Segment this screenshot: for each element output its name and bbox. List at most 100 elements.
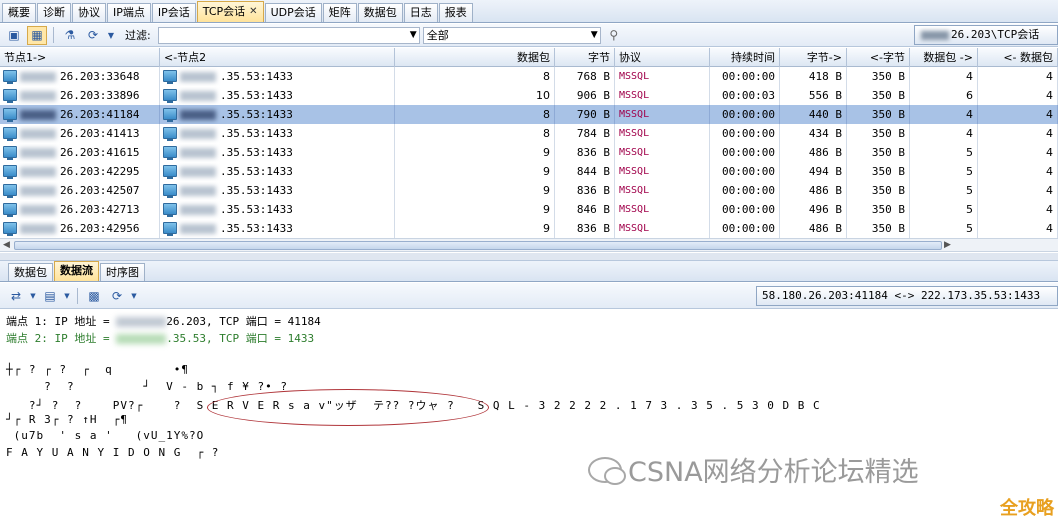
close-icon[interactable]: ✕	[249, 3, 257, 21]
table-row[interactable]: 26.203:42713 .35.53:1433 9 846 B MSSQL 00:00:…	[0, 200, 1058, 219]
tab-diagnosis[interactable]: 诊断	[37, 3, 71, 22]
table-row[interactable]: 26.203:41184 .35.53:1433 8 790 B MSSQL 00:00:…	[0, 105, 1058, 124]
packet-view-icon[interactable]: ▦	[27, 25, 47, 45]
table-row[interactable]: 26.203:33648 .35.53:1433 8 768 B MSSQL 00:00:…	[0, 67, 1058, 86]
table-row[interactable]: 26.203:41413 .35.53:1433 8 784 B MSSQL 00:00:…	[0, 124, 1058, 143]
cell-text: 9	[543, 203, 550, 216]
column-header[interactable]: 数据包 ->	[910, 48, 978, 67]
cell-text: 418 B	[808, 70, 842, 83]
payload-line: ┼┌ ? ┌ ? ┌ q •¶	[6, 363, 189, 376]
cell-text: 00:00:00	[722, 184, 775, 197]
redacted-ip	[20, 205, 56, 215]
direction-icon[interactable]: ⇄	[6, 286, 26, 305]
subtab-packets[interactable]: 数据包	[8, 263, 53, 281]
encoding-icon[interactable]: ▤	[40, 286, 60, 305]
horizontal-scrollbar[interactable]: ◀ ▶	[0, 238, 1058, 252]
table-cell: 9	[395, 200, 555, 219]
subtab-sequence-chart[interactable]: 时序图	[100, 263, 145, 281]
table-cell: MSSQL	[615, 200, 710, 219]
tab-overview[interactable]: 概要	[2, 3, 36, 22]
table-cell: 26.203:41615	[0, 143, 160, 162]
scroll-right-icon[interactable]: ▶	[944, 239, 951, 251]
endpoint-2-line: 端点 2: IP 地址 = .35.53, TCP 端口 = 1433	[6, 330, 314, 346]
cell-text: 350 B	[871, 184, 905, 197]
scroll-left-icon[interactable]: ◀	[3, 239, 10, 251]
table-cell: 5	[910, 162, 978, 181]
decode-icon[interactable]: ⚗	[60, 26, 80, 45]
table-row[interactable]: 26.203:33896 .35.53:1433 10 906 B MSSQL 00:00…	[0, 86, 1058, 105]
tab-matrix[interactable]: 矩阵	[322, 3, 357, 22]
cell-text: 00:00:00	[722, 127, 775, 140]
chevron-down-icon[interactable]: ▼	[591, 28, 598, 43]
table-cell: 486 B	[780, 181, 847, 200]
subtab-data-stream[interactable]: 数据流	[54, 261, 99, 281]
chevron-down-icon[interactable]: ▼	[63, 286, 71, 305]
chevron-down-icon[interactable]: ▼	[106, 26, 116, 45]
table-cell: .35.53:1433	[160, 105, 395, 124]
cell-text: 4	[1046, 89, 1053, 102]
table-row[interactable]: 26.203:42295 .35.53:1433 9 844 B MSSQL 00:00:…	[0, 162, 1058, 181]
tab-log[interactable]: 日志	[403, 3, 438, 22]
save-icon[interactable]: ▣	[4, 26, 24, 45]
panel-splitter[interactable]	[0, 253, 1058, 261]
column-header[interactable]: 协议	[615, 48, 710, 67]
tab-protocol[interactable]: 协议	[72, 3, 106, 22]
column-header[interactable]: 字节	[555, 48, 615, 67]
cell-text: 5	[966, 203, 973, 216]
tab-ip-endpoint[interactable]: IP端点	[107, 3, 151, 22]
table-cell: 26.203:42713	[0, 200, 160, 219]
chevron-down-icon[interactable]: ▼	[29, 286, 37, 305]
redacted-ip	[180, 72, 216, 82]
redacted-ip	[921, 30, 949, 40]
table-cell: .35.53:1433	[160, 124, 395, 143]
tcp-session-table: 节点1-> <-节点2 数据包 字节 协议 持续时间 字节-> <-字节 数据包 -> <- 数据…	[0, 48, 1058, 238]
refresh-icon[interactable]: ⟳	[83, 26, 103, 45]
cell-text: 6	[966, 89, 973, 102]
column-header[interactable]: 字节->	[780, 48, 847, 67]
redacted-ip	[20, 224, 56, 234]
chevron-down-icon[interactable]: ▼	[130, 286, 138, 305]
column-header[interactable]: 节点1->	[0, 48, 160, 67]
table-cell: 00:00:00	[710, 162, 780, 181]
wechat-icon	[588, 456, 626, 485]
table-cell: 496 B	[780, 200, 847, 219]
column-header[interactable]: <-节点2	[160, 48, 395, 67]
scrollbar-thumb[interactable]	[14, 241, 942, 250]
redacted-ip	[20, 148, 56, 158]
chevron-down-icon[interactable]: ▼	[410, 28, 417, 43]
column-header[interactable]: 持续时间	[710, 48, 780, 67]
column-header[interactable]: <- 数据包	[978, 48, 1058, 67]
tab-tcp-session[interactable]: TCP会话 ✕	[196, 1, 264, 22]
cell-text: 8	[543, 127, 550, 140]
table-cell: 8	[395, 105, 555, 124]
main-tab-bar: 概要 诊断 协议 IP端点 IP会话 TCP会话 ✕ UDP会话 矩阵 数据包 日…	[0, 0, 1058, 23]
subtab-label: 时序图	[106, 266, 139, 279]
table-cell: 350 B	[847, 143, 910, 162]
table-row[interactable]: 26.203:41615 .35.53:1433 9 836 B MSSQL 00:00:…	[0, 143, 1058, 162]
tab-packets[interactable]: 数据包	[357, 3, 403, 22]
cell-text: 4	[1046, 165, 1053, 178]
cell-text: 790 B	[576, 108, 610, 121]
cell-text: 486 B	[808, 184, 842, 197]
column-header[interactable]: 数据包	[395, 48, 555, 67]
column-header[interactable]: <-字节	[847, 48, 910, 67]
computer-icon	[163, 70, 177, 84]
export-icon[interactable]: ▩	[84, 286, 104, 305]
filter-input[interactable]: ▼	[157, 26, 420, 44]
computer-icon	[163, 165, 177, 179]
cell-text: 4	[1046, 127, 1053, 140]
table-cell: .35.53:1433	[160, 200, 395, 219]
cell-text: 5	[966, 165, 973, 178]
table-cell: 00:00:00	[710, 105, 780, 124]
cell-text: 350 B	[871, 70, 905, 83]
table-cell: 418 B	[780, 67, 847, 86]
cell-text: 00:00:00	[722, 222, 775, 235]
search-icon[interactable]: ⚲	[604, 26, 624, 45]
tab-udp-session[interactable]: UDP会话	[264, 3, 322, 22]
table-row[interactable]: 26.203:42507 .35.53:1433 9 836 B MSSQL 00:00:…	[0, 181, 1058, 200]
tab-ip-session[interactable]: IP会话	[151, 3, 196, 22]
scope-select[interactable]: 全部 ▼	[422, 26, 601, 44]
tab-report[interactable]: 报表	[438, 3, 473, 22]
refresh-icon[interactable]: ⟳	[107, 286, 127, 305]
table-row[interactable]: 26.203:42956 .35.53:1433 9 836 B MSSQL 00:00:…	[0, 219, 1058, 238]
